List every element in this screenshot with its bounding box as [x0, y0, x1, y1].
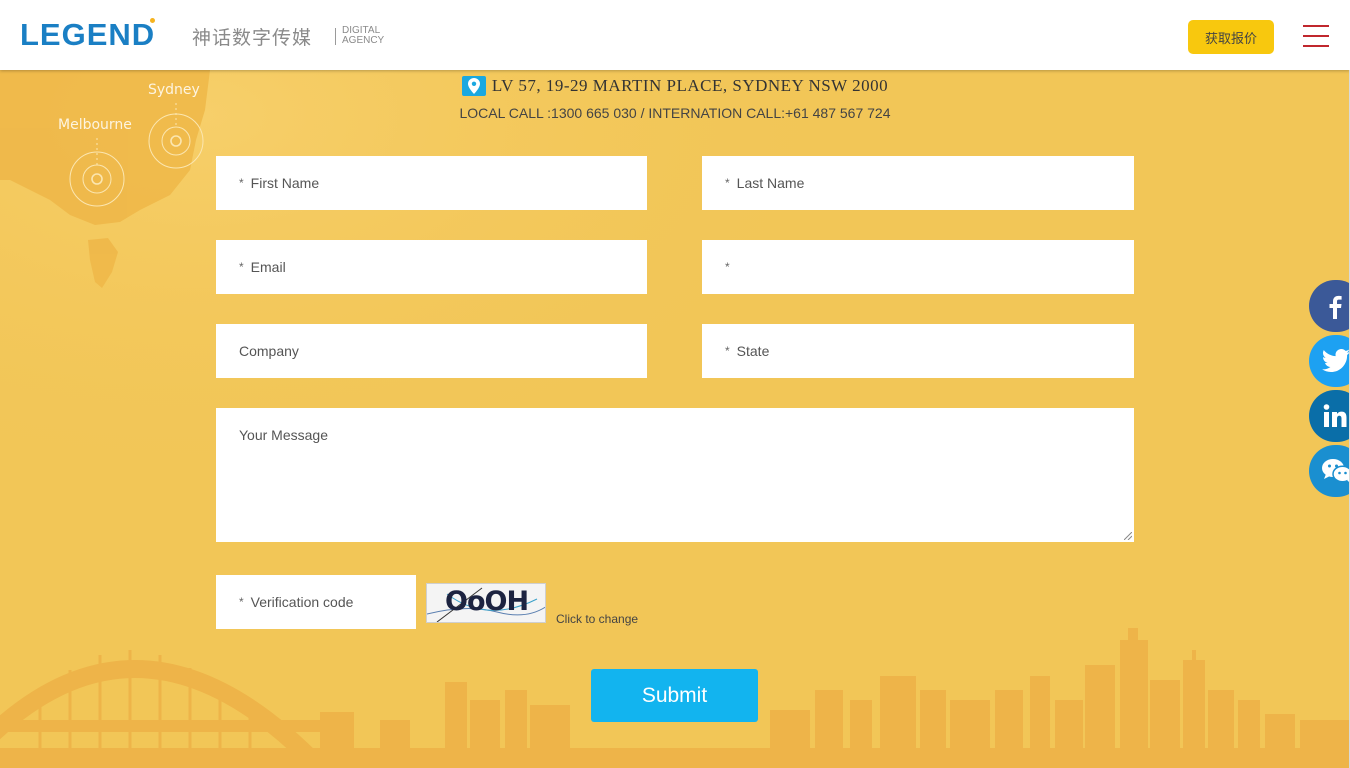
resize-handle-icon[interactable] [1124, 532, 1132, 540]
company-field[interactable]: Company [216, 324, 647, 378]
state-field[interactable]: * State [702, 324, 1134, 378]
hamburger-icon[interactable] [1303, 25, 1329, 47]
last-name-placeholder: Last Name [736, 175, 805, 191]
logo-divider [335, 28, 336, 45]
address-text: LV 57, 19-29 MARTIN PLACE, SYDNEY NSW 20… [491, 76, 889, 95]
logo-dot [150, 18, 155, 23]
last-name-field[interactable]: * Last Name [702, 156, 1134, 210]
required-mark: * [239, 176, 244, 190]
linkedin-icon [1323, 404, 1347, 427]
phone-numbers[interactable]: LOCAL CALL :1300 665 030 / INTERNATION C… [0, 105, 1350, 121]
logo-tagline-agency: AGENCY [342, 35, 385, 46]
logo-tagline: DIGITAL AGENCY [342, 26, 384, 46]
captcha-image[interactable]: OoOH [426, 583, 546, 623]
facebook-icon [1329, 295, 1342, 319]
wechat-icon [1322, 459, 1350, 483]
message-placeholder: Your Message [239, 427, 328, 443]
phone-field[interactable]: * [702, 240, 1134, 294]
verification-code-field[interactable]: * Verification code [216, 575, 416, 629]
address-line: LV 57, 19-29 MARTIN PLACE, SYDNEY NSW 20… [0, 76, 1350, 96]
twitter-icon [1322, 349, 1350, 372]
site-header: LEGEND 神话数字传媒 DIGITAL AGENCY 获取报价 [0, 0, 1350, 70]
message-textarea[interactable]: Your Message [216, 408, 1134, 542]
state-placeholder: State [736, 343, 770, 359]
captcha-change-link[interactable]: Click to change [556, 612, 638, 626]
company-placeholder: Company [239, 343, 299, 359]
required-mark: * [239, 260, 244, 274]
logo-chinese-name: 神话数字传媒 [192, 27, 313, 49]
first-name-field[interactable]: * First Name [216, 156, 647, 210]
first-name-placeholder: First Name [250, 175, 320, 191]
email-field[interactable]: * Email [216, 240, 647, 294]
submit-button[interactable]: Submit [591, 669, 758, 722]
location-pin-icon [461, 76, 486, 96]
captcha-text: OoOH [445, 586, 529, 617]
required-mark: * [725, 344, 730, 358]
required-mark: * [239, 595, 244, 609]
required-mark: * [725, 260, 730, 274]
get-quote-button[interactable]: 获取报价 [1188, 20, 1274, 54]
logo-wordmark[interactable]: LEGEND [20, 17, 155, 53]
verification-code-placeholder: Verification code [250, 594, 354, 610]
required-mark: * [725, 176, 730, 190]
email-placeholder: Email [250, 259, 286, 275]
